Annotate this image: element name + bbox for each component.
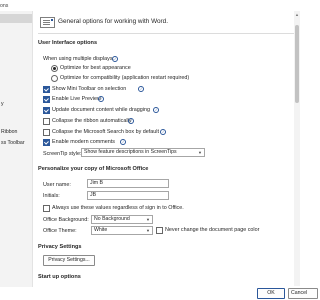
screentip-label: ScreenTip style:	[43, 151, 82, 157]
screentip-value: Show feature descriptions in ScreenTips	[84, 149, 177, 155]
sidebar-item[interactable]	[0, 111, 32, 120]
general-options-icon	[40, 17, 55, 28]
cancel-button[interactable]: Cancel	[288, 288, 318, 299]
chevron-down-icon: ▼	[146, 228, 150, 233]
radio-compatibility-label[interactable]: Optimize for compatibility (application …	[60, 75, 189, 81]
sidebar-item-general[interactable]	[0, 14, 32, 23]
initials-field[interactable]: JB	[87, 191, 169, 200]
checkbox-never-change-page-color-label[interactable]: Never change the document page color	[165, 227, 259, 233]
scroll-thumb[interactable]	[295, 25, 299, 103]
sidebar-item-customize-ribbon[interactable]: Ribbon	[0, 128, 32, 137]
info-icon: i	[153, 107, 159, 113]
privacy-settings-button[interactable]: Privacy Settings...	[43, 255, 95, 266]
checkbox-modern-comments[interactable]	[43, 139, 50, 146]
multi-display-label: When using multiple displays:	[43, 56, 115, 62]
username-field[interactable]: Jim B	[87, 179, 169, 188]
chevron-down-icon: ▼	[198, 150, 202, 155]
personalize-heading: Personalize your copy of Microsoft Offic…	[38, 166, 149, 172]
window-title: ons	[0, 3, 9, 9]
checkbox-modern-comments-label[interactable]: Enable modern comments	[52, 139, 115, 145]
checkbox-always-use-label[interactable]: Always use these values regardless of si…	[52, 205, 184, 211]
checkbox-collapse-ribbon[interactable]	[43, 118, 50, 125]
checkbox-update-dragging[interactable]	[43, 107, 50, 114]
sidebar-item-quick-access-toolbar[interactable]: ss Toolbar	[0, 139, 32, 148]
info-icon: i	[112, 56, 118, 62]
screentip-dropdown[interactable]: Show feature descriptions in ScreenTips …	[81, 148, 205, 157]
checkbox-collapse-search-label[interactable]: Collapse the Microsoft Search box by def…	[52, 129, 159, 135]
info-icon: i	[98, 96, 104, 102]
radio-compatibility[interactable]	[51, 75, 58, 82]
info-icon: i	[160, 129, 166, 135]
sidebar: y Ribbon ss Toolbar	[0, 11, 33, 300]
privacy-heading: Privacy Settings	[38, 244, 82, 250]
radio-best-appearance[interactable]	[51, 65, 58, 72]
divider	[38, 33, 296, 34]
sidebar-item[interactable]	[0, 63, 32, 72]
office-background-dropdown[interactable]: No Background ▼	[91, 215, 153, 224]
sidebar-item[interactable]	[0, 41, 32, 50]
checkbox-collapse-search[interactable]	[43, 129, 50, 136]
ui-options-heading: User Interface options	[38, 40, 98, 46]
page-title: General options for working with Word.	[58, 18, 168, 25]
checkbox-update-dragging-label[interactable]: Update document content while dragging	[52, 107, 150, 113]
username-label: User name:	[43, 182, 71, 188]
checkbox-mini-toolbar-label[interactable]: Show Mini Toolbar on selection	[52, 86, 126, 92]
checkbox-live-preview[interactable]	[43, 96, 50, 103]
office-background-value: No Background	[94, 216, 130, 222]
checkbox-always-use[interactable]	[43, 205, 50, 212]
initials-label: Initials:	[43, 193, 60, 199]
office-theme-value: White	[94, 227, 108, 233]
dialog-footer: OK Cancel	[0, 287, 318, 300]
info-icon: i	[138, 86, 144, 92]
startup-heading: Start up options	[38, 274, 81, 280]
checkbox-live-preview-label[interactable]: Enable Live Preview	[52, 96, 101, 102]
general-options-panel: General options for working with Word. U…	[33, 11, 300, 300]
info-icon: i	[128, 118, 134, 124]
chevron-down-icon: ▼	[146, 217, 150, 222]
office-background-label: Office Background:	[43, 217, 89, 223]
checkbox-never-change-page-color[interactable]	[156, 227, 163, 234]
checkbox-mini-toolbar[interactable]	[43, 86, 50, 93]
office-theme-label: Office Theme:	[43, 228, 77, 234]
scroll-up-icon[interactable]: ▲	[295, 12, 299, 17]
checkbox-collapse-ribbon-label[interactable]: Collapse the ribbon automatically	[52, 118, 131, 124]
title-bar: ons	[0, 0, 300, 11]
scrollbar[interactable]: ▲	[294, 11, 300, 286]
ok-button[interactable]: OK	[257, 288, 285, 299]
sidebar-item[interactable]	[0, 25, 32, 34]
office-theme-dropdown[interactable]: White ▼	[91, 226, 153, 235]
sidebar-item-accessibility[interactable]: y	[0, 100, 32, 109]
radio-best-appearance-label[interactable]: Optimize for best appearance	[60, 65, 131, 71]
info-icon: i	[120, 139, 126, 145]
